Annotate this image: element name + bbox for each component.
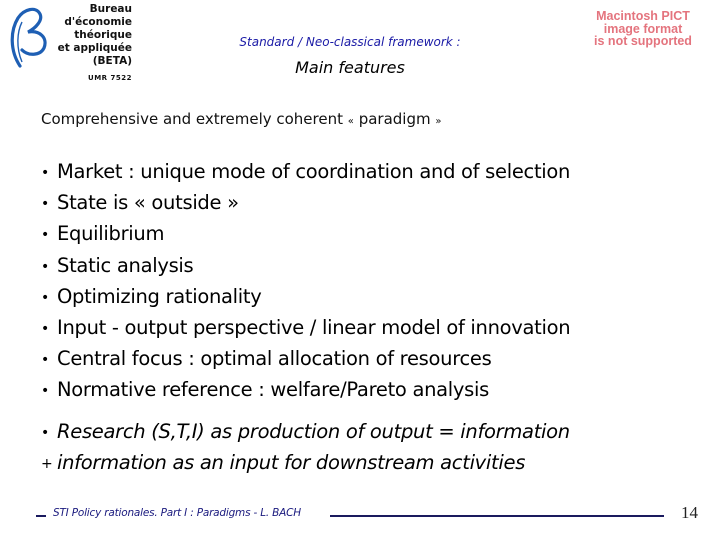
title-text: Main features bbox=[295, 58, 405, 77]
slide-title: Main features bbox=[0, 58, 720, 77]
bullet-icon: • bbox=[41, 165, 49, 181]
page-number: 14 bbox=[681, 503, 698, 522]
list-item: • Static analysis bbox=[41, 251, 570, 282]
list-item: • Central focus : optimal allocation of r… bbox=[41, 344, 570, 375]
footer-divider-right bbox=[330, 515, 664, 517]
plus-icon: + bbox=[41, 456, 53, 472]
bullet-icon: • bbox=[41, 258, 49, 275]
list-item-text: Equilibrium bbox=[57, 222, 165, 246]
list-item-text: Optimizing rationality bbox=[57, 284, 262, 308]
logo-line: d'économie bbox=[64, 16, 132, 28]
intro-statement: Comprehensive and extremely coherent « p… bbox=[41, 110, 442, 128]
intro-word: paradigm bbox=[358, 110, 431, 128]
bullet-icon: • bbox=[41, 425, 49, 441]
list-item: • Equilibrium bbox=[41, 219, 570, 250]
list-item-text: Input - output perspective / linear mode… bbox=[57, 316, 571, 340]
subtitle-text: Standard / Neo-classical framework : bbox=[239, 35, 461, 49]
research-text: Research (S,T,I) as production of output… bbox=[57, 420, 570, 443]
list-item-text: Market : unique mode of coordination and… bbox=[57, 160, 571, 183]
list-item-text: Central focus : optimal allocation of re… bbox=[57, 347, 492, 371]
slide-subtitle: Standard / Neo-classical framework : bbox=[0, 35, 720, 49]
bullet-icon: • bbox=[41, 321, 49, 338]
list-item: • Optimizing rationality bbox=[41, 282, 570, 313]
open-quote: « bbox=[347, 116, 354, 127]
close-quote: » bbox=[435, 116, 442, 127]
list-item: • Input - output perspective / linear mod… bbox=[41, 313, 571, 344]
research-text: information as an input for downstream a… bbox=[57, 451, 526, 474]
list-item: • Normative reference : welfare/Pareto an… bbox=[41, 375, 570, 406]
bullet-icon: • bbox=[41, 383, 49, 400]
logo-line: Bureau bbox=[89, 3, 132, 15]
bullet-icon: • bbox=[41, 196, 49, 213]
intro-text: Comprehensive and extremely coherent bbox=[41, 110, 343, 128]
research-line: • Research (S,T,I) as production of outpu… bbox=[41, 417, 570, 448]
research-statement: • Research (S,T,I) as production of outpu… bbox=[41, 417, 570, 479]
features-list: • Market : unique mode of coordination an… bbox=[41, 157, 571, 407]
list-item-text: Normative reference : welfare/Pareto ana… bbox=[57, 378, 489, 402]
placeholder-line: Macintosh PICT bbox=[596, 9, 690, 23]
footer-divider-left bbox=[36, 515, 46, 517]
list-item: • Market : unique mode of coordination an… bbox=[41, 157, 570, 188]
bullet-icon: • bbox=[41, 227, 49, 244]
list-item-text: State is « outside » bbox=[57, 191, 239, 215]
list-item: • State is « outside » bbox=[41, 188, 570, 219]
research-line: + information as an input for downstream … bbox=[41, 448, 570, 479]
list-item-text: Static analysis bbox=[57, 253, 194, 277]
bullet-icon: • bbox=[41, 352, 49, 369]
bullet-icon: • bbox=[41, 289, 49, 306]
footer-text: STI Policy rationales. Part I : Paradigm… bbox=[53, 507, 301, 519]
